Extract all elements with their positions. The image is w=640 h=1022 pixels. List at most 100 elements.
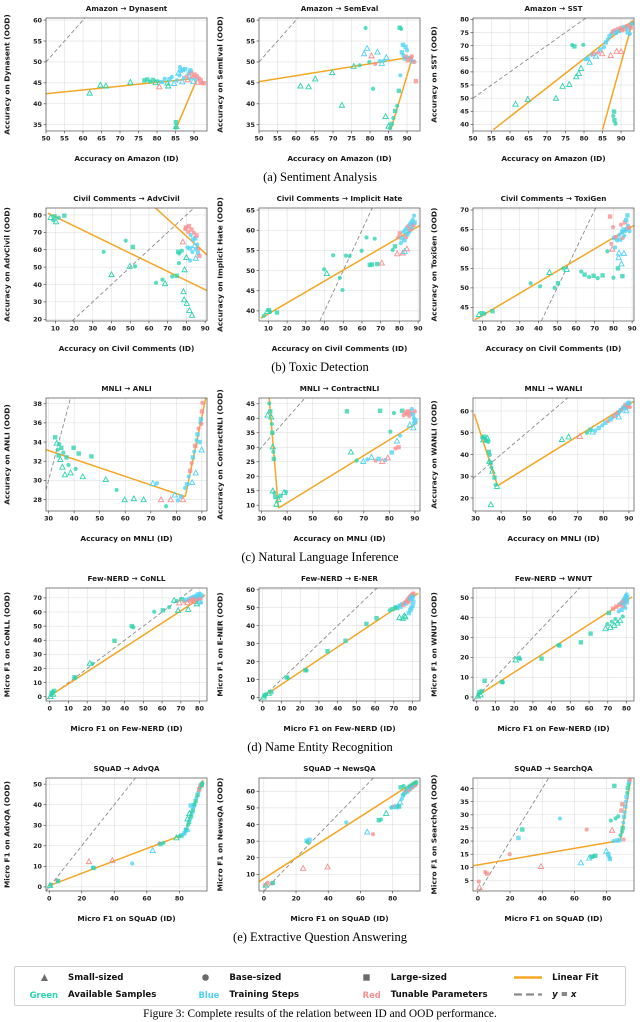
circle-marker-icon: [186, 973, 224, 982]
svg-text:20: 20: [296, 705, 305, 713]
svg-text:30: 30: [33, 651, 42, 659]
svg-text:50: 50: [246, 604, 255, 612]
svg-text:45: 45: [246, 287, 255, 295]
svg-text:20: 20: [33, 842, 42, 850]
svg-text:Accuracy on Amazon (ID): Accuracy on Amazon (ID): [501, 154, 605, 163]
svg-text:70: 70: [329, 135, 338, 143]
svg-text:Accuracy on ANLI (OOD): Accuracy on ANLI (OOD): [3, 404, 12, 504]
svg-text:70: 70: [590, 325, 599, 333]
svg-text:20: 20: [460, 654, 469, 662]
svg-text:20: 20: [509, 705, 518, 713]
svg-text:5: 5: [464, 877, 468, 885]
svg-text:85: 85: [171, 135, 180, 143]
svg-text:Amazon → Dynasent: Amazon → Dynasent: [86, 4, 168, 13]
subcaption-a: (a) Sentiment Analysis: [263, 170, 377, 184]
subcaption-b: (b) Toxic Detection: [271, 360, 369, 374]
legend-color-green: Green: [29, 989, 58, 1000]
svg-text:Micro F1 on SQuAD (ID): Micro F1 on SQuAD (ID): [504, 914, 602, 923]
svg-text:35: 35: [33, 121, 42, 129]
svg-text:10: 10: [246, 871, 255, 879]
svg-text:65: 65: [460, 55, 469, 63]
svg-text:Accuracy on Civil Comments (ID: Accuracy on Civil Comments (ID): [485, 344, 621, 353]
svg-text:85: 85: [384, 135, 393, 143]
svg-text:80: 80: [33, 211, 42, 219]
legend-entry-large-sized: Large-sized: [348, 971, 499, 985]
svg-text:28: 28: [33, 496, 42, 504]
svg-text:85: 85: [598, 135, 607, 143]
svg-text:30: 30: [44, 515, 53, 523]
figure-3-complete-results: Amazon → Dynasent 50 55 60 65 70 75 80 85 90 35 40 4…: [0, 0, 640, 1022]
svg-text:35: 35: [460, 798, 469, 806]
legend-entry-tunable-parameters: Red Tunable Parameters: [348, 988, 499, 1002]
chart-amazon-sst: Amazon → SST 50 55 60 65 70 75 80 85 90 40 45 50 55 60…: [427, 0, 640, 165]
chart-civil-toxigen: Civil Comments → ToxiGen 10 20 30 40 50 60 70 80…: [427, 190, 640, 355]
svg-text:65: 65: [246, 206, 255, 214]
legend-factor-label-params: Tunable Parameters: [390, 989, 488, 1000]
svg-text:Accuracy on MNLI (ID): Accuracy on MNLI (ID): [80, 534, 172, 543]
chart-row-toxic-detection: Civil Comments → AdvCivil 10 20 30 40 50 60 70 8…: [0, 190, 640, 355]
svg-text:80: 80: [389, 895, 398, 903]
svg-text:60: 60: [33, 246, 42, 254]
svg-text:75: 75: [347, 135, 356, 143]
svg-text:50: 50: [139, 705, 148, 713]
chart-fewnerd-ener: Few-NERD → E-NER 0 10 20 30 40 50 60 70 80 0 10 20 30…: [213, 570, 426, 735]
svg-text:30: 30: [101, 705, 110, 713]
svg-text:90: 90: [411, 515, 420, 523]
svg-text:0: 0: [464, 693, 469, 701]
svg-text:70: 70: [542, 135, 551, 143]
svg-text:45: 45: [460, 304, 469, 312]
svg-text:40: 40: [537, 895, 546, 903]
svg-text:50: 50: [246, 804, 255, 812]
svg-text:80: 80: [182, 325, 191, 333]
legend-entry-identity-line: y = x: [509, 988, 625, 1002]
svg-text:Accuracy on MNLI (ID): Accuracy on MNLI (ID): [507, 534, 599, 543]
svg-text:Accuracy on ContractNLI (OOD): Accuracy on ContractNLI (OOD): [216, 389, 225, 520]
svg-text:0: 0: [261, 705, 266, 713]
legend-color-red: Red: [362, 989, 381, 1000]
svg-text:20: 20: [496, 325, 505, 333]
svg-text:Micro F1 on SQuAD (ID): Micro F1 on SQuAD (ID): [291, 914, 389, 923]
svg-text:0: 0: [475, 895, 480, 903]
svg-text:80: 80: [460, 16, 469, 24]
svg-text:0: 0: [38, 883, 43, 891]
svg-text:20: 20: [70, 325, 79, 333]
chart-fewnerd-conll: Few-NERD → CoNLL 0 10 20 30 40 50 60 70 80 0 10 20 30…: [0, 570, 213, 735]
svg-text:40: 40: [107, 325, 116, 333]
svg-text:80: 80: [408, 705, 417, 713]
chart-row-sentiment-analysis: Amazon → Dynasent 50 55 60 65 70 75 80 85 90 35 40 4…: [0, 0, 640, 165]
svg-text:50: 50: [33, 263, 42, 271]
svg-text:10: 10: [460, 674, 469, 682]
svg-text:50: 50: [95, 515, 104, 523]
svg-text:60: 60: [246, 16, 255, 24]
svg-text:20: 20: [460, 837, 469, 845]
svg-text:30: 30: [460, 634, 469, 642]
svg-text:80: 80: [172, 515, 181, 523]
svg-text:20: 20: [33, 665, 42, 673]
chart-amazon-dynasent: Amazon → Dynasent 50 55 60 65 70 75 80 85 90 35 40 4…: [0, 0, 213, 165]
svg-text:20: 20: [83, 705, 92, 713]
chart-squad-newsqa: SQuAD → NewsQA 0 20 40 60 80 10 20 30 40 50 60 Micro…: [213, 760, 426, 925]
svg-text:45: 45: [33, 79, 42, 87]
svg-text:60: 60: [505, 135, 514, 143]
svg-text:55: 55: [460, 265, 469, 273]
svg-text:60: 60: [460, 245, 469, 253]
svg-text:Micro F1 on E-NER (OOD): Micro F1 on E-NER (OOD): [216, 592, 225, 696]
svg-text:60: 60: [570, 895, 579, 903]
svg-text:40: 40: [460, 121, 469, 129]
svg-text:75: 75: [561, 135, 570, 143]
svg-text:90: 90: [627, 325, 636, 333]
legend-size-label-small: Small-sized: [68, 972, 124, 983]
svg-text:60: 60: [246, 586, 255, 594]
legend-column-red: Large-sized Red Tunable Parameters: [338, 967, 499, 1005]
svg-text:Amazon → SST: Amazon → SST: [524, 4, 582, 13]
chart-row-name-entity-recognition: Few-NERD → CoNLL 0 10 20 30 40 50 60 70 80 0 10 20 30…: [0, 570, 640, 735]
svg-text:0: 0: [47, 895, 52, 903]
svg-text:34: 34: [33, 438, 42, 446]
svg-text:Accuracy on Amazon (ID): Accuracy on Amazon (ID): [74, 154, 178, 163]
svg-text:25: 25: [460, 824, 469, 832]
svg-text:70: 70: [377, 325, 386, 333]
svg-text:Civil Comments → Implicit Hate: Civil Comments → Implicit Hate: [277, 194, 403, 203]
svg-text:10: 10: [33, 679, 42, 687]
legend-column-lines: Linear Fit y = x: [499, 967, 625, 1005]
chart-mnli-anli: MNLI → ANLI 30 40 50 60 70 80 90 28 30 32 34 36 38 Acc…: [0, 380, 213, 545]
